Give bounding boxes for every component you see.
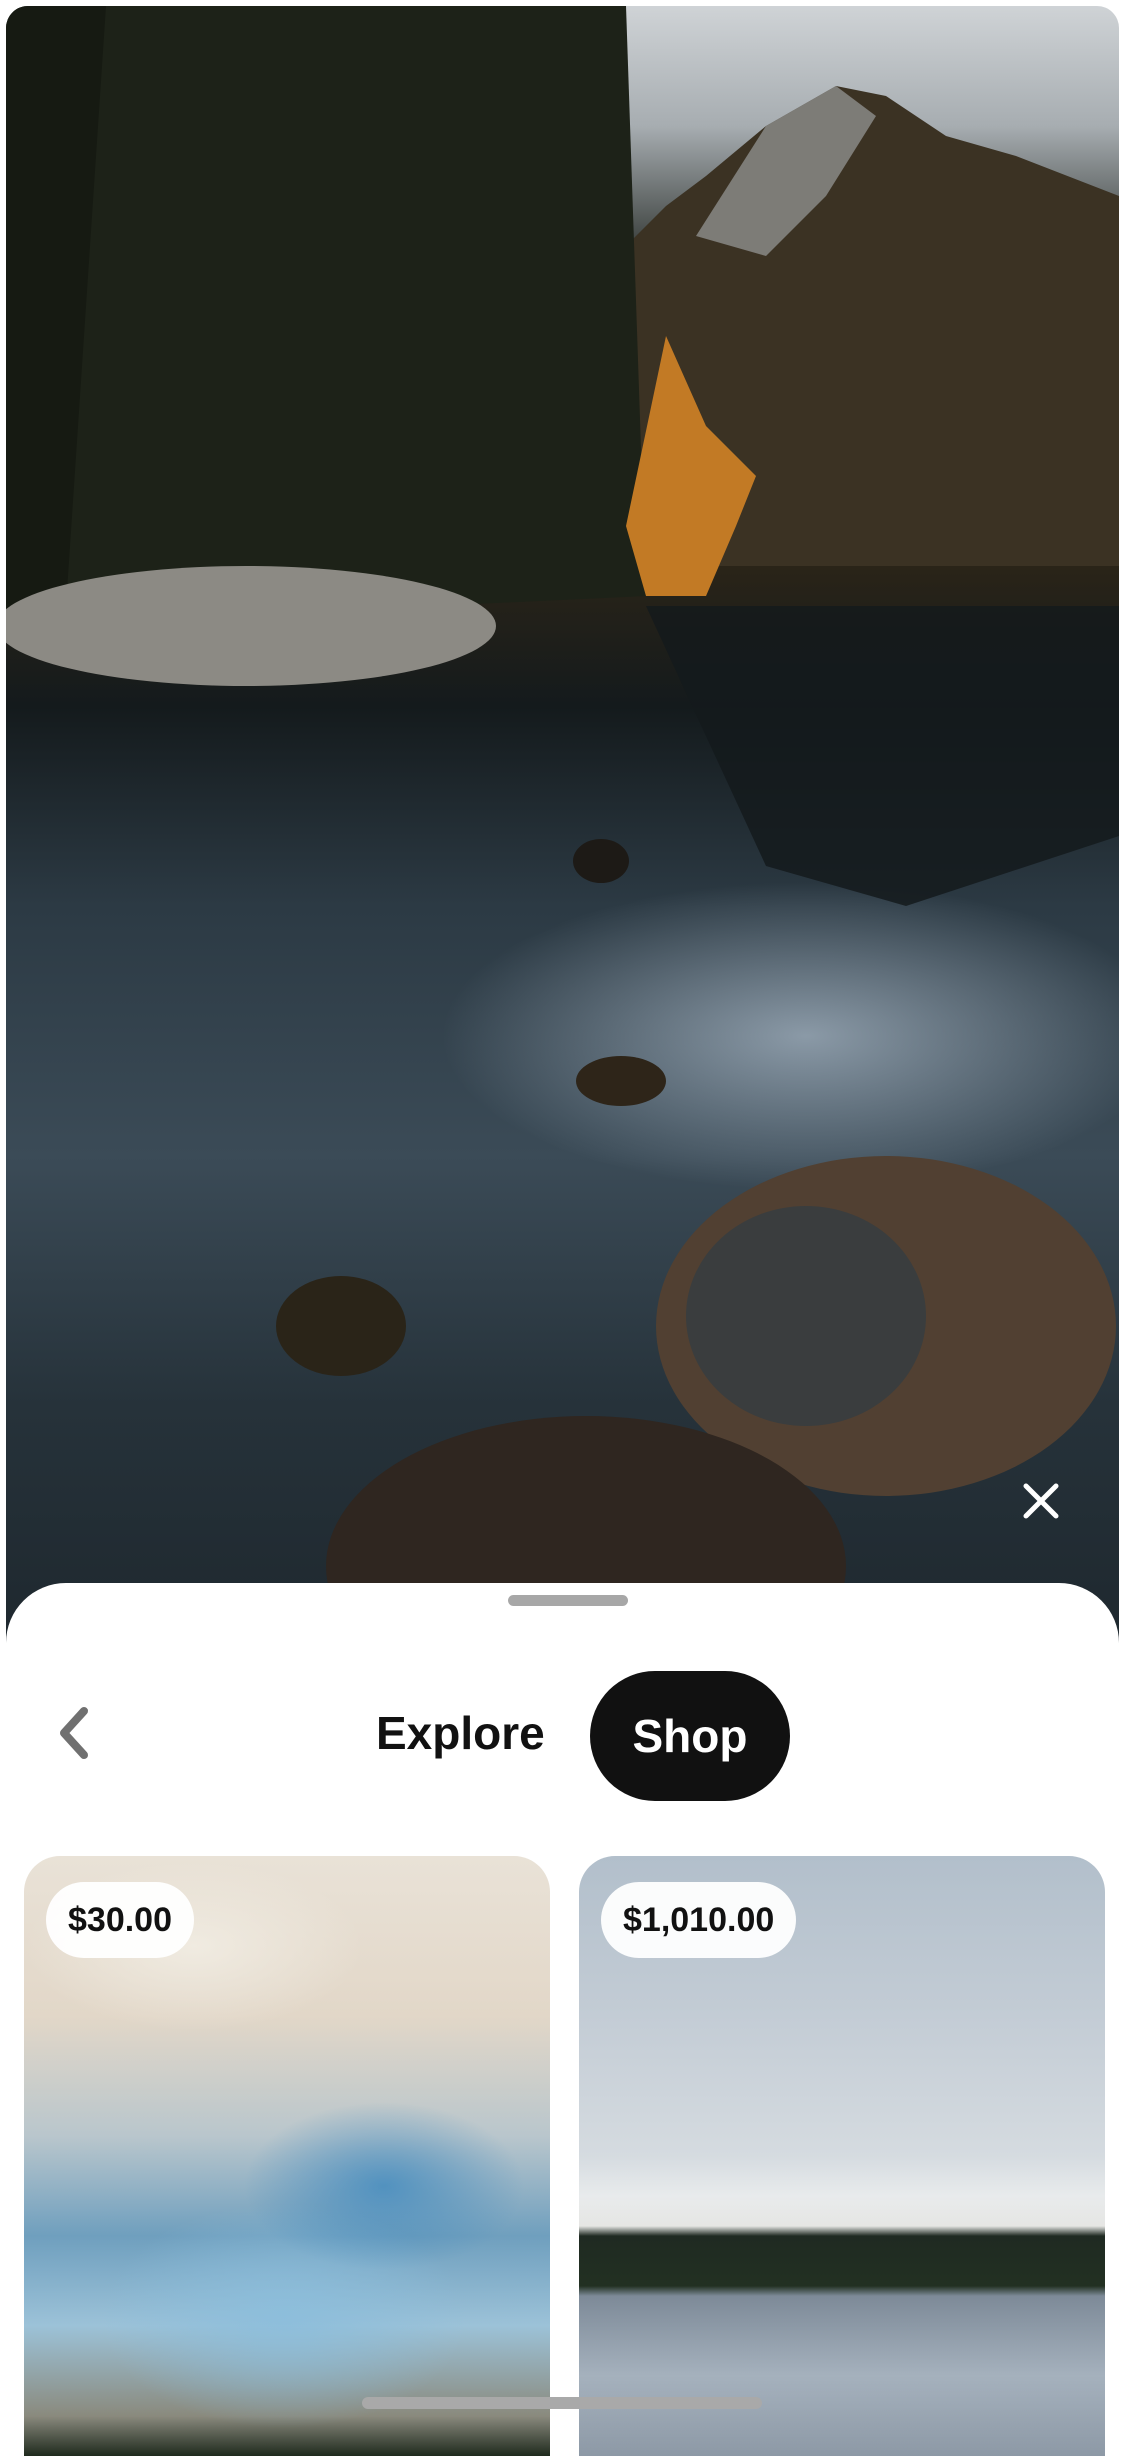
hero-image	[6, 6, 1119, 1696]
bottom-sheet: Explore Shop $30.00 $1,010.00	[6, 1583, 1119, 2456]
price-badge: $1,010.00	[601, 1882, 797, 1958]
sheet-grabber[interactable]	[508, 1595, 628, 1606]
landscape-illustration	[6, 6, 1119, 1696]
product-card[interactable]: $1,010.00	[579, 1856, 1105, 2456]
product-card[interactable]: $30.00	[24, 1856, 550, 2456]
close-button[interactable]	[1016, 1476, 1066, 1526]
price-badge: $30.00	[46, 1882, 194, 1958]
chevron-left-icon	[60, 1707, 88, 1759]
sheet-nav: Explore Shop	[6, 1663, 1119, 1803]
close-icon	[1023, 1483, 1059, 1519]
tab-explore[interactable]: Explore	[354, 1691, 567, 1775]
tab-shop[interactable]: Shop	[590, 1671, 790, 1801]
home-indicator[interactable]	[362, 2397, 762, 2409]
back-button[interactable]	[44, 1703, 104, 1763]
